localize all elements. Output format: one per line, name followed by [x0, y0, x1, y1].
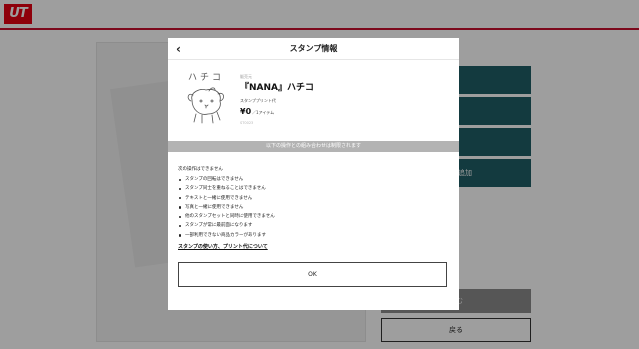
usage-info-link[interactable]: スタンプの使い方、プリント代について: [178, 243, 268, 250]
stamp-price: ¥0: [240, 107, 252, 116]
modal-title: スタンプ情報: [289, 44, 338, 53]
list-item: 写真と一緒に使用できません: [178, 203, 448, 212]
stamp-name: 『NANA』ハチコ: [240, 83, 314, 93]
list-item: スタンプの回転はできません: [178, 175, 448, 184]
list-item: テキストと一緒に使用できません: [178, 194, 448, 203]
list-item: 他のスタンプセットと同時に使用できません: [178, 212, 448, 221]
stamp-image: ハチコ: [182, 70, 230, 126]
restriction-banner: 以下の操作との組み合わせは制限されます: [168, 141, 459, 152]
ok-button[interactable]: OK: [178, 262, 447, 287]
list-item: スタンプ同士を重ねることはできません: [178, 184, 448, 193]
price-unit: ／1アイテム: [252, 110, 275, 115]
restriction-intro: 次の操作はできません: [178, 167, 223, 172]
stamp-info-modal: ‹ スタンプ情報 ハチコ 販売元 『NANA』ハチコ スタンププリント代 ¥0 …: [168, 38, 459, 310]
list-item: 一部利用できない商品カラーがあります: [178, 231, 448, 240]
list-item: スタンプが常に最前面になります: [178, 221, 448, 230]
restriction-list: スタンプの回転はできません スタンプ同士を重ねることはできません テキストと一緒…: [178, 175, 448, 240]
stamp-caption: ハチコ: [187, 73, 224, 83]
stamp-code: ST0023: [240, 121, 254, 125]
print-fee-label: スタンププリント代: [240, 98, 276, 103]
modal-header: ‹ スタンプ情報: [168, 38, 459, 60]
